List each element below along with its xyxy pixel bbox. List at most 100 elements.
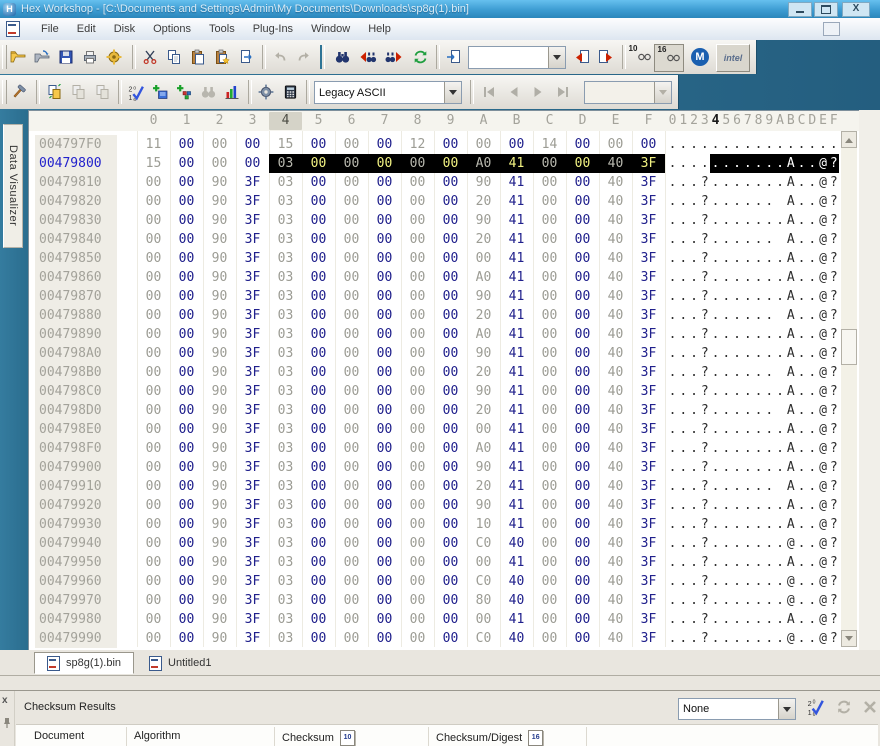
hex-byte[interactable]: 00 <box>170 553 203 572</box>
hex-byte[interactable]: 00 <box>566 268 599 287</box>
hex-byte[interactable]: 00 <box>566 401 599 420</box>
hex-byte[interactable]: 3F <box>236 325 269 344</box>
ascii-char[interactable]: . <box>667 477 678 496</box>
ascii-char[interactable]: . <box>753 211 764 230</box>
ascii-char[interactable]: . <box>732 192 743 211</box>
ascii-char[interactable]: ? <box>828 401 839 420</box>
ascii-char[interactable]: . <box>807 135 818 154</box>
hex-byte[interactable]: 00 <box>368 344 401 363</box>
hex-byte[interactable]: 00 <box>302 306 335 325</box>
hex-byte[interactable]: 00 <box>335 553 368 572</box>
ascii-char[interactable]: . <box>689 401 700 420</box>
ascii-char[interactable]: ? <box>699 496 710 515</box>
ascii-char[interactable]: . <box>689 135 700 154</box>
ascii-char[interactable]: . <box>732 287 743 306</box>
hex-byte[interactable]: 00 <box>137 192 170 211</box>
hex-byte[interactable]: C0 <box>467 629 500 648</box>
hex-byte[interactable]: 00 <box>170 477 203 496</box>
hex-byte[interactable]: 00 <box>533 401 566 420</box>
ascii-char[interactable]: @ <box>785 534 796 553</box>
hex-byte[interactable]: 3F <box>236 173 269 192</box>
hex-byte[interactable]: 00 <box>335 268 368 287</box>
ascii-char[interactable]: . <box>667 154 678 173</box>
hex-byte[interactable]: 14 <box>533 135 566 154</box>
ascii-char[interactable]: ? <box>828 572 839 591</box>
hex-byte[interactable]: A0 <box>467 268 500 287</box>
ascii-char[interactable]: . <box>764 515 775 534</box>
ascii-char[interactable]: . <box>721 325 732 344</box>
ascii-char[interactable]: . <box>678 325 689 344</box>
hex-byte[interactable]: 41 <box>500 325 533 344</box>
ascii-char[interactable]: . <box>775 610 786 629</box>
hex-byte[interactable]: 00 <box>401 173 434 192</box>
hex-byte[interactable]: 00 <box>137 230 170 249</box>
ascii-char[interactable]: . <box>678 572 689 591</box>
hex-byte[interactable]: 90 <box>203 439 236 458</box>
hex-byte[interactable]: 00 <box>434 154 467 173</box>
ascii-char[interactable]: . <box>721 401 732 420</box>
hex-byte[interactable]: 12 <box>401 135 434 154</box>
ascii-char[interactable]: ? <box>828 268 839 287</box>
hex-byte[interactable]: 00 <box>533 534 566 553</box>
ascii-char[interactable]: @ <box>818 192 829 211</box>
ascii-char[interactable]: . <box>678 363 689 382</box>
ascii-char[interactable]: . <box>678 591 689 610</box>
ascii-char[interactable]: . <box>775 287 786 306</box>
hex-byte[interactable]: 00 <box>368 249 401 268</box>
hex-byte[interactable]: 03 <box>269 154 302 173</box>
ascii-char[interactable]: ? <box>699 173 710 192</box>
hex-byte[interactable]: 00 <box>170 458 203 477</box>
ascii-char[interactable]: . <box>775 534 786 553</box>
ascii-char[interactable]: . <box>796 249 807 268</box>
ascii-char[interactable]: . <box>742 192 753 211</box>
hex-byte[interactable]: 41 <box>500 439 533 458</box>
ascii-char[interactable]: . <box>678 496 689 515</box>
hex-byte[interactable]: 41 <box>500 553 533 572</box>
hex-byte[interactable]: 3F <box>236 553 269 572</box>
hex-byte[interactable]: 90 <box>467 382 500 401</box>
ascii-char[interactable]: . <box>678 192 689 211</box>
hex-byte[interactable]: 03 <box>269 534 302 553</box>
ascii-char[interactable]: . <box>807 173 818 192</box>
hex-byte[interactable]: 00 <box>302 629 335 648</box>
ascii-char[interactable]: . <box>807 401 818 420</box>
ascii-char[interactable]: . <box>689 591 700 610</box>
ascii-char[interactable]: . <box>699 135 710 154</box>
hex-byte[interactable]: 00 <box>170 591 203 610</box>
ascii-char[interactable]: @ <box>818 230 829 249</box>
find-next-button[interactable] <box>382 44 406 70</box>
hex-byte[interactable]: 3F <box>632 439 665 458</box>
hex-byte[interactable]: 00 <box>632 135 665 154</box>
ascii-char[interactable]: . <box>753 325 764 344</box>
encoding-combobox[interactable]: Legacy ASCII <box>314 81 462 104</box>
hex-byte[interactable]: 00 <box>401 192 434 211</box>
hex-byte[interactable]: 00 <box>170 610 203 629</box>
ascii-char[interactable]: . <box>732 591 743 610</box>
radix-hex-button[interactable]: 16 <box>654 44 684 72</box>
hex-byte[interactable]: 00 <box>401 629 434 648</box>
hex-byte[interactable]: 3F <box>236 401 269 420</box>
hex-byte[interactable]: 90 <box>203 211 236 230</box>
ascii-char[interactable]: . <box>807 249 818 268</box>
statistics-button[interactable] <box>220 79 244 105</box>
compare-first-button[interactable] <box>478 79 502 105</box>
ascii-char[interactable]: . <box>710 325 721 344</box>
ascii-char[interactable]: ? <box>699 420 710 439</box>
hex-byte[interactable]: 3F <box>236 344 269 363</box>
ascii-char[interactable]: . <box>742 211 753 230</box>
hex-byte[interactable]: 00 <box>566 553 599 572</box>
hex-byte[interactable]: 3F <box>236 268 269 287</box>
ascii-char[interactable]: . <box>689 173 700 192</box>
find-button[interactable] <box>330 44 354 70</box>
hex-byte[interactable]: 3F <box>236 287 269 306</box>
refresh-checksums-button[interactable] <box>832 695 856 719</box>
ascii-char[interactable]: . <box>732 458 743 477</box>
hex-byte[interactable]: 00 <box>434 572 467 591</box>
hex-byte[interactable]: 00 <box>368 572 401 591</box>
ascii-char[interactable]: . <box>732 306 743 325</box>
hex-byte[interactable]: 00 <box>533 268 566 287</box>
ascii-char[interactable]: . <box>732 629 743 648</box>
ascii-char[interactable]: . <box>678 534 689 553</box>
ascii-char[interactable]: . <box>721 629 732 648</box>
ascii-char[interactable]: . <box>807 306 818 325</box>
